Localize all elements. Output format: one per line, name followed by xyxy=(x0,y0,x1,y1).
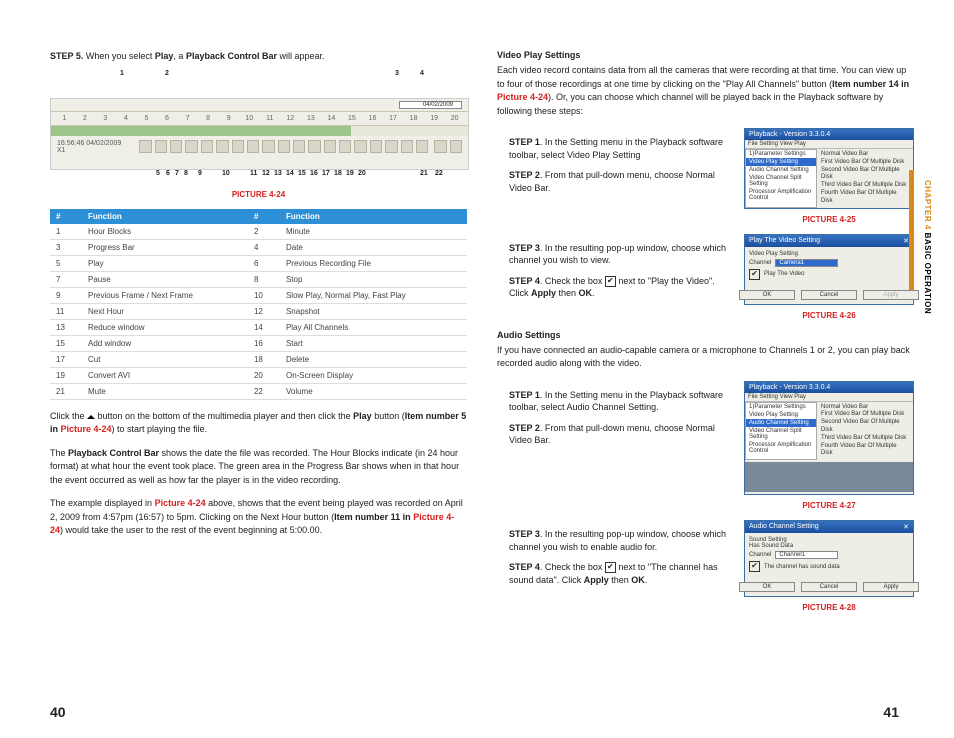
figure-4-27: Playback - Version 3.3.0.4 File Setting … xyxy=(744,381,914,511)
table-row: 19Convert AVI20On-Screen Display xyxy=(50,367,467,383)
table-row: 17Cut18Delete xyxy=(50,351,467,367)
audio-step-4: STEP 4. Check the box ✔ next to "The cha… xyxy=(497,561,729,586)
control-row: 16:56:46 04/02/2009 X1 xyxy=(51,136,468,158)
table-row: 5Play6Previous Recording File xyxy=(50,255,467,271)
playback-bar-figure: 04/02/2009 1 2 3 4 5 6 7 8 9 10 11 12 13… xyxy=(50,98,469,170)
reduce-icon xyxy=(308,140,320,153)
callouts-bottom: 5 6 7 8 9 10 11 12 13 14 15 16 17 18 19 … xyxy=(50,170,467,184)
chapter-tab-label: CHAPTER 4 BASIC OPERATION xyxy=(923,180,932,314)
delete-icon xyxy=(385,140,397,153)
apply-button: Apply xyxy=(863,290,919,300)
page-right: Video Play Settings Each video record co… xyxy=(497,50,914,708)
video-step-2: STEP 2. From that pull-down menu, choose… xyxy=(497,169,729,194)
stop-icon xyxy=(185,140,197,153)
table-row: 13Reduce window14Play All Channels xyxy=(50,319,467,335)
table-row: 7Pause8Stop xyxy=(50,271,467,287)
apply-button: Apply xyxy=(863,582,919,592)
preview-thumbnail xyxy=(745,462,913,492)
play-all-icon xyxy=(324,140,336,153)
function-table: # Function # Function 1Hour Blocks2Minut… xyxy=(50,209,467,400)
heading-audio-settings: Audio Settings xyxy=(497,330,914,340)
prev-icon xyxy=(155,140,167,153)
page-number-left: 40 xyxy=(50,704,66,720)
video-steps-block-2: STEP 3. In the resulting pop-up window, … xyxy=(497,234,914,320)
figure-4-28: Audio Channel Setting✕ Sound Setting Has… xyxy=(744,520,914,612)
slow-icon xyxy=(232,140,244,153)
para-example: The example displayed in Picture 4-24 ab… xyxy=(50,497,467,538)
audio-steps-block-2: STEP 3. In the resulting pop-up window, … xyxy=(497,520,914,612)
frame-prev-icon xyxy=(201,140,213,153)
hour-row: 1 2 3 4 5 6 7 8 9 10 11 12 13 14 15 16 1… xyxy=(51,112,468,126)
snapshot-icon xyxy=(293,140,305,153)
audio-step-3: STEP 3. In the resulting pop-up window, … xyxy=(497,528,729,553)
video-step-3: STEP 3. In the resulting pop-up window, … xyxy=(497,242,729,267)
cancel-button: Cancel xyxy=(801,582,857,592)
status-text: 16:56:46 04/02/2009 X1 xyxy=(57,140,127,154)
figure-4-26: Play The Video Setting✕ Video Play Setti… xyxy=(744,234,914,320)
cancel-button: Cancel xyxy=(801,290,857,300)
callouts-top: 1 2 3 4 xyxy=(50,70,467,80)
up-triangle-icon xyxy=(87,411,95,419)
document-spread: STEP 5. When you select Play, a Playback… xyxy=(0,0,954,738)
add-icon xyxy=(339,140,351,153)
audio-intro: If you have connected an audio-capable c… xyxy=(497,344,914,371)
fast-icon xyxy=(262,140,274,153)
table-row: 21Mute22Volume xyxy=(50,383,467,399)
cut-icon xyxy=(370,140,382,153)
step-5-line: STEP 5. When you select Play, a Playback… xyxy=(50,50,467,64)
video-step-4: STEP 4. Check the box ✔ next to "Play th… xyxy=(497,275,729,300)
table-row: 9Previous Frame / Next Frame10Slow Play,… xyxy=(50,287,467,303)
checkbox-icon: ✔ xyxy=(605,562,616,573)
osd-icon xyxy=(416,140,428,153)
date-box: 04/02/2009 xyxy=(399,101,462,109)
table-row: 1Hour Blocks2Minute xyxy=(50,224,467,240)
video-step-1: STEP 1. In the Setting menu in the Playb… xyxy=(497,136,729,161)
para-playback-bar: The Playback Control Bar shows the date … xyxy=(50,447,467,488)
close-icon: ✕ xyxy=(903,523,909,531)
pause-icon xyxy=(170,140,182,153)
video-steps-block-1: STEP 1. In the Setting menu in the Playb… xyxy=(497,128,914,224)
step-5-label: STEP 5. xyxy=(50,51,83,61)
checkbox-icon: ✔ xyxy=(605,276,616,287)
start-icon xyxy=(354,140,366,153)
figure-caption-4-24: PICTURE 4-24 xyxy=(50,190,467,199)
mute-icon xyxy=(434,140,446,153)
avi-icon xyxy=(401,140,413,153)
play-icon xyxy=(139,140,151,153)
video-intro: Each video record contains data from all… xyxy=(497,64,914,118)
next-hour-icon xyxy=(278,140,290,153)
para-click-play: Click the button on the bottom of the mu… xyxy=(50,410,467,437)
page-number-right: 41 xyxy=(883,704,899,720)
heading-video-play-settings: Video Play Settings xyxy=(497,50,914,60)
table-row: 11Next Hour12Snapshot xyxy=(50,303,467,319)
ok-button: OK xyxy=(739,582,795,592)
figure-4-25: Playback - Version 3.3.0.4 File Setting … xyxy=(744,128,914,224)
table-row: 15Add window16Start xyxy=(50,335,467,351)
frame-next-icon xyxy=(216,140,228,153)
ok-button: OK xyxy=(739,290,795,300)
volume-icon xyxy=(450,140,462,153)
page-left: STEP 5. When you select Play, a Playback… xyxy=(50,50,467,708)
normal-icon xyxy=(247,140,259,153)
audio-step-1: STEP 1. In the Setting menu in the Playb… xyxy=(497,389,729,414)
audio-step-2: STEP 2. From that pull-down menu, choose… xyxy=(497,422,729,447)
progress-bar xyxy=(51,126,468,136)
audio-steps-block-1: STEP 1. In the Setting menu in the Playb… xyxy=(497,381,914,511)
table-row: 3Progress Bar4Date xyxy=(50,239,467,255)
chapter-tab-bar xyxy=(909,170,914,290)
